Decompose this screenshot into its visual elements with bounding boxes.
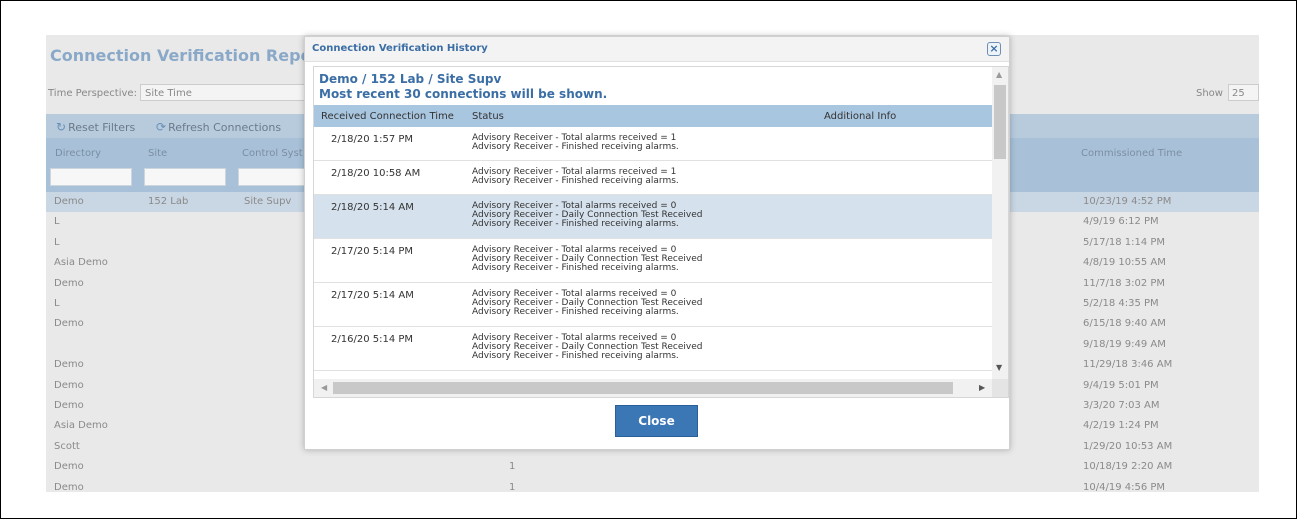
refresh-icon: ⟳ bbox=[156, 120, 167, 134]
cell-commissioned-time: 3/3/20 7:03 AM bbox=[1083, 400, 1160, 411]
cell-directory: L bbox=[54, 237, 60, 248]
dialog-title: Connection Verification History bbox=[312, 43, 488, 54]
status-text: Advisory Receiver - Total alarms receive… bbox=[472, 168, 679, 186]
cell-directory: Asia Demo bbox=[54, 420, 108, 431]
show-count-select[interactable]: 25 bbox=[1228, 84, 1259, 101]
cell-commissioned-time: 9/4/19 5:01 PM bbox=[1083, 380, 1159, 391]
cell-control-system: Site Supv bbox=[244, 196, 292, 207]
cell-directory: L bbox=[54, 298, 60, 309]
column-header-directory[interactable]: Directory bbox=[55, 148, 101, 159]
column-header-site[interactable]: Site bbox=[148, 148, 167, 159]
close-icon[interactable]: × bbox=[987, 42, 1001, 56]
status-line: Advisory Receiver - Finished receiving a… bbox=[472, 219, 679, 229]
table-row[interactable]: Demo 1 10/4/19 4:56 PM bbox=[46, 478, 1259, 498]
time-perspective-select[interactable]: Site Time bbox=[140, 84, 310, 101]
reset-icon: ↻ bbox=[56, 120, 67, 134]
refresh-connections-button[interactable]: ⟳ Refresh Connections bbox=[156, 120, 281, 134]
cell-commissioned-time: 5/17/18 1:14 PM bbox=[1083, 237, 1166, 248]
status-line: Advisory Receiver - Finished receiving a… bbox=[472, 263, 679, 273]
vertical-scroll-thumb[interactable] bbox=[994, 85, 1006, 159]
header-status[interactable]: Status bbox=[472, 111, 504, 122]
cell-commissioned-time: 4/2/19 1:24 PM bbox=[1083, 420, 1159, 431]
received-time: 2/16/20 5:14 PM bbox=[331, 334, 414, 345]
status-line: Advisory Receiver - Finished receiving a… bbox=[472, 142, 679, 152]
cell-commissioned-time: 11/29/18 3:46 AM bbox=[1083, 359, 1173, 370]
cell-directory: Scott bbox=[54, 441, 80, 452]
history-row[interactable]: 2/17/20 5:14 PM Advisory Receiver - Total… bbox=[314, 239, 992, 283]
vertical-scrollbar[interactable]: ▲ ▼ bbox=[992, 67, 1008, 379]
history-row[interactable]: 2/18/20 1:57 PM Advisory Receiver - Total… bbox=[314, 127, 992, 161]
time-perspective-label: Time Perspective: bbox=[48, 88, 137, 99]
column-header-control-system[interactable]: Control Syst bbox=[242, 148, 303, 159]
cell-directory: Demo bbox=[54, 318, 84, 329]
history-panel: Demo / 152 Lab / Site Supv Most recent 3… bbox=[313, 66, 1009, 398]
column-header-commissioned-time[interactable]: Commissioned Time bbox=[1081, 148, 1182, 159]
cell-commissioned-time: 1/29/20 10:53 AM bbox=[1083, 441, 1173, 452]
cell-directory: Demo bbox=[54, 400, 84, 411]
cell-commissioned-time: 9/18/19 9:49 AM bbox=[1083, 339, 1166, 350]
cell-directory: Demo bbox=[54, 461, 84, 472]
reset-filters-button[interactable]: ↻ Reset Filters bbox=[56, 120, 135, 134]
scroll-down-icon[interactable]: ▼ bbox=[996, 363, 1002, 372]
horizontal-scroll-thumb[interactable] bbox=[333, 382, 953, 394]
status-line: Advisory Receiver - Finished receiving a… bbox=[472, 351, 679, 361]
status-text: Advisory Receiver - Total alarms receive… bbox=[472, 202, 702, 229]
table-row[interactable]: Demo 1 10/18/19 2:20 AM bbox=[46, 457, 1259, 477]
history-row[interactable]: 2/17/20 5:14 AM Advisory Receiver - Total… bbox=[314, 283, 992, 327]
status-text: Advisory Receiver - Total alarms receive… bbox=[472, 246, 702, 273]
cell-commissioned-time: 10/23/19 4:52 PM bbox=[1083, 196, 1172, 207]
cell-commissioned-time: 6/15/18 9:40 AM bbox=[1083, 318, 1166, 329]
header-received-time[interactable]: Received Connection Time bbox=[321, 111, 454, 122]
horizontal-scrollbar[interactable]: ◀ ▶ bbox=[314, 379, 992, 397]
cell-directory: L bbox=[54, 216, 60, 227]
received-time: 2/18/20 5:14 AM bbox=[331, 202, 414, 213]
history-row[interactable]: 2/18/20 10:58 AM Advisory Receiver - Tota… bbox=[314, 161, 992, 195]
status-line: Advisory Receiver - Finished receiving a… bbox=[472, 176, 679, 186]
refresh-connections-label: Refresh Connections bbox=[168, 121, 282, 134]
cell-directory: Demo bbox=[54, 359, 84, 370]
received-time: 2/17/20 5:14 PM bbox=[331, 246, 414, 257]
cell-site: 152 Lab bbox=[148, 196, 189, 207]
cell-connections: 1 bbox=[509, 461, 516, 472]
scroll-up-icon[interactable]: ▲ bbox=[996, 70, 1002, 79]
cell-directory: Demo bbox=[54, 196, 84, 207]
page-title: Connection Verification Repo bbox=[50, 46, 312, 65]
status-text: Advisory Receiver - Total alarms receive… bbox=[472, 290, 702, 317]
received-time: 2/17/20 5:14 AM bbox=[331, 290, 414, 301]
cell-commissioned-time: 10/4/19 4:56 PM bbox=[1083, 482, 1166, 493]
cell-connections: 1 bbox=[509, 482, 516, 493]
history-row[interactable]: 2/18/20 5:14 AM Advisory Receiver - Total… bbox=[314, 195, 992, 239]
scroll-left-icon[interactable]: ◀ bbox=[321, 383, 327, 392]
cell-directory: Asia Demo bbox=[54, 257, 108, 268]
dialog-subtitle: Demo / 152 Lab / Site Supv bbox=[319, 72, 502, 86]
scroll-right-icon[interactable]: ▶ bbox=[979, 383, 985, 392]
history-table-header: Received Connection Time Status Addition… bbox=[314, 105, 992, 127]
connection-history-dialog: Connection Verification History × Demo /… bbox=[304, 36, 1010, 450]
status-text: Advisory Receiver - Total alarms receive… bbox=[472, 134, 679, 152]
cell-directory: Demo bbox=[54, 380, 84, 391]
reset-filters-label: Reset Filters bbox=[68, 121, 136, 134]
header-additional-info[interactable]: Additional Info bbox=[824, 111, 896, 122]
cell-commissioned-time: 5/2/18 4:35 PM bbox=[1083, 298, 1159, 309]
directory-filter-input[interactable] bbox=[50, 168, 132, 186]
dialog-header: Connection Verification History × bbox=[305, 37, 1009, 62]
scrollbar-corner bbox=[992, 379, 1008, 397]
dialog-note: Most recent 30 connections will be shown… bbox=[319, 87, 608, 101]
status-line: Advisory Receiver - Finished receiving a… bbox=[472, 307, 679, 317]
cell-commissioned-time: 11/7/18 3:02 PM bbox=[1083, 278, 1166, 289]
cell-directory: Demo bbox=[54, 278, 84, 289]
status-text: Advisory Receiver - Total alarms receive… bbox=[472, 334, 702, 361]
history-row[interactable]: 2/16/20 5:14 PM Advisory Receiver - Total… bbox=[314, 327, 992, 371]
show-label: Show bbox=[1196, 88, 1223, 99]
site-filter-input[interactable] bbox=[144, 168, 226, 186]
cell-commissioned-time: 4/8/19 10:55 AM bbox=[1083, 257, 1166, 268]
cell-commissioned-time: 10/18/19 2:20 AM bbox=[1083, 461, 1173, 472]
received-time: 2/18/20 10:58 AM bbox=[331, 168, 421, 179]
received-time: 2/18/20 1:57 PM bbox=[331, 134, 414, 145]
cell-commissioned-time: 4/9/19 6:12 PM bbox=[1083, 216, 1159, 227]
cell-directory: Demo bbox=[54, 482, 84, 493]
close-button[interactable]: Close bbox=[615, 405, 698, 437]
